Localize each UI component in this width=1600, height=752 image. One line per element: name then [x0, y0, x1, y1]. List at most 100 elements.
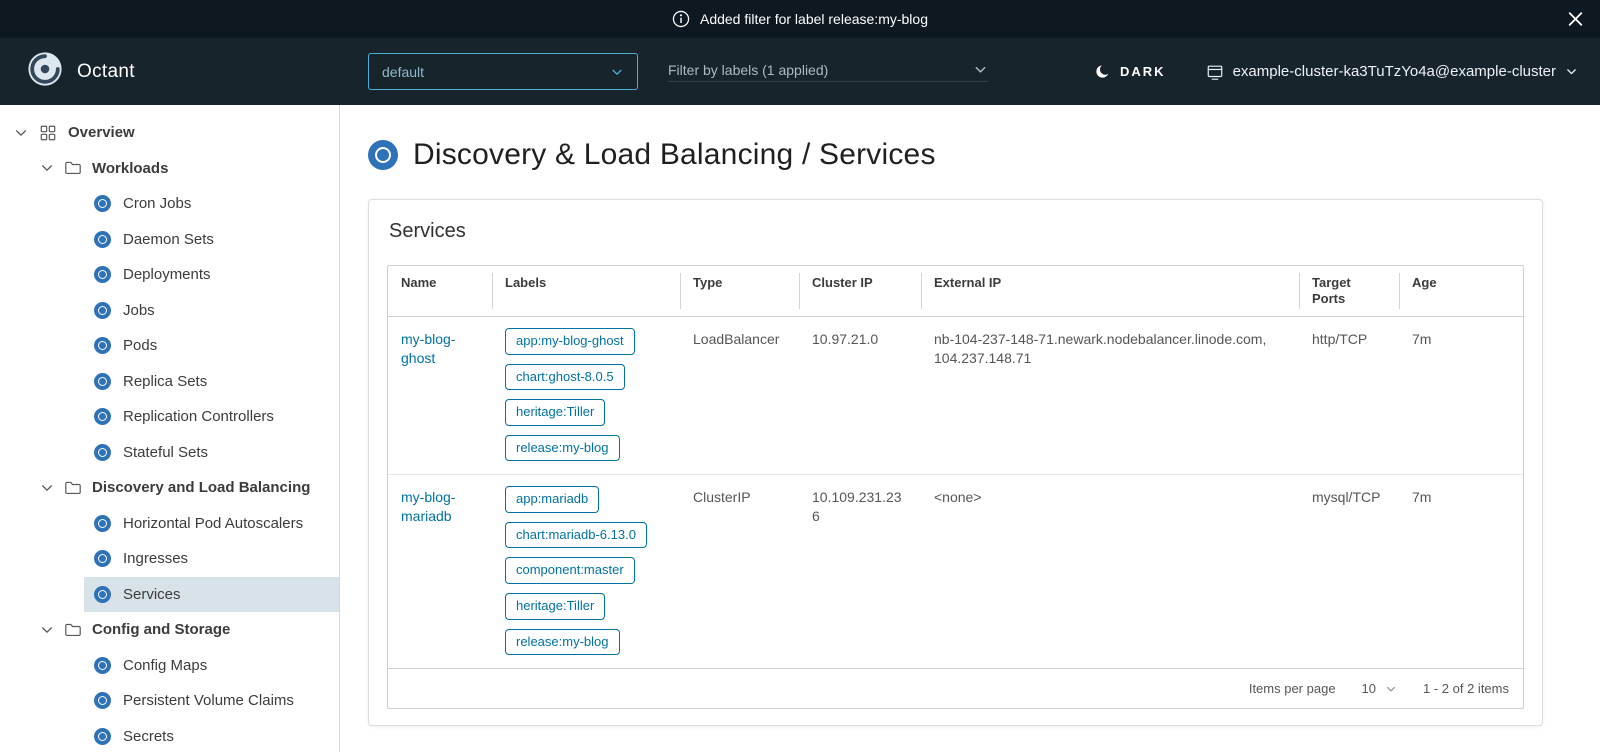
labels-stack: app:my-blog-ghost chart:ghost-8.0.5 heri… — [505, 328, 667, 461]
label-pill[interactable]: app:mariadb — [505, 486, 599, 513]
sidebar-item-replica-sets[interactable]: Replica Sets — [84, 364, 339, 400]
octant-logo — [26, 50, 64, 93]
sidebar-item-label: Pods — [123, 337, 157, 354]
table-row: my-blog-ghost app:my-blog-ghost chart:gh… — [388, 317, 1523, 475]
config-maps-icon — [94, 657, 111, 674]
sidebar-item-label: Overview — [68, 124, 135, 141]
sidebar-item-services[interactable]: Services — [84, 577, 339, 613]
ingresses-icon — [94, 550, 111, 567]
brand: Octant — [0, 50, 368, 93]
label-pill[interactable]: release:my-blog — [505, 435, 620, 462]
sidebar-item-label: Jobs — [123, 302, 155, 319]
column-header-target-ports[interactable]: Target Ports — [1299, 266, 1399, 317]
chevron-down-icon — [973, 62, 988, 77]
folder-icon — [64, 621, 82, 639]
chevron-down-icon[interactable] — [40, 623, 54, 637]
sidebar-group-discovery-and-load-balancing[interactable]: Discovery and Load Balancing — [0, 470, 339, 506]
service-link[interactable]: my-blog-ghost — [401, 331, 455, 366]
sidebar-group-label: Config and Storage — [92, 621, 230, 638]
table-header-row: Name Labels Type Cluster IP External IP … — [388, 266, 1523, 317]
chevron-down-icon[interactable] — [40, 481, 54, 495]
info-icon — [672, 10, 690, 28]
theme-toggle-button[interactable]: DARK — [1094, 63, 1166, 80]
column-header-type[interactable]: Type — [680, 266, 799, 317]
column-header-age[interactable]: Age — [1399, 266, 1523, 317]
cluster-selector[interactable]: example-cluster-ka3TuTzYo4a@example-clus… — [1206, 63, 1578, 81]
type-cell: ClusterIP — [680, 475, 799, 668]
services-card: Services Name Labels Type Cluster IP Ext… — [368, 199, 1543, 726]
sidebar-item-cron-jobs[interactable]: Cron Jobs — [84, 186, 339, 222]
sidebar-group-workloads[interactable]: Workloads — [0, 151, 339, 187]
sidebar-item-label: Stateful Sets — [123, 444, 208, 461]
cluster-ip-cell: 10.109.231.236 — [799, 475, 921, 668]
sidebar-item-label: Config Maps — [123, 657, 207, 674]
items-per-page-select[interactable]: 10 — [1362, 681, 1397, 696]
target-ports-cell: mysql/TCP — [1299, 475, 1399, 668]
column-header-labels[interactable]: Labels — [492, 266, 680, 317]
label-pill[interactable]: chart:mariadb-6.13.0 — [505, 522, 647, 549]
overview-icon — [39, 124, 57, 142]
notification-bar: Added filter for label release:my-blog — [0, 0, 1600, 38]
label-pill[interactable]: heritage:Tiller — [505, 593, 605, 620]
label-pill[interactable]: release:my-blog — [505, 629, 620, 656]
sidebar-item-label: Daemon Sets — [123, 231, 214, 248]
app-title: Octant — [77, 61, 135, 83]
sidebar-item-config-maps[interactable]: Config Maps — [84, 648, 339, 684]
table-pagination: Items per page 10 1 - 2 of 2 items — [388, 668, 1523, 708]
notification-message: Added filter for label release:my-blog — [700, 11, 928, 27]
label-pill[interactable]: heritage:Tiller — [505, 399, 605, 426]
sidebar-item-persistent-volume-claims[interactable]: Persistent Volume Claims — [84, 683, 339, 719]
cluster-icon — [1206, 63, 1224, 81]
sidebar-item-deployments[interactable]: Deployments — [84, 257, 339, 293]
cluster-label: example-cluster-ka3TuTzYo4a@example-clus… — [1233, 63, 1556, 80]
service-link[interactable]: my-blog-mariadb — [401, 489, 455, 524]
sidebar-item-label: Cron Jobs — [123, 195, 191, 212]
label-pill[interactable]: chart:ghost-8.0.5 — [505, 364, 625, 391]
close-icon[interactable] — [1567, 11, 1584, 28]
chevron-down-icon[interactable] — [14, 126, 28, 140]
sidebar-item-overview[interactable]: Overview — [0, 115, 339, 151]
label-filter-select[interactable]: Filter by labels (1 applied) — [668, 62, 988, 82]
replication-controllers-icon — [94, 408, 111, 425]
sidebar-group-label: Discovery and Load Balancing — [92, 479, 310, 496]
theme-toggle-label: DARK — [1120, 64, 1166, 79]
sidebar-item-daemon-sets[interactable]: Daemon Sets — [84, 222, 339, 258]
sidebar-item-jobs[interactable]: Jobs — [84, 293, 339, 329]
folder-icon — [64, 159, 82, 177]
namespace-select[interactable]: default — [368, 53, 638, 90]
app-header: Octant default Filter by labels (1 appli… — [0, 38, 1600, 105]
external-ip-cell: nb-104-237-148-71.newark.nodebalancer.li… — [921, 317, 1299, 475]
label-pill[interactable]: component:master — [505, 557, 635, 584]
sidebar-item-secrets[interactable]: Secrets — [84, 719, 339, 752]
page-title-text: Discovery & Load Balancing / Services — [413, 138, 936, 172]
sidebar-item-horizontal-pod-autoscalers[interactable]: Horizontal Pod Autoscalers — [84, 506, 339, 542]
chevron-down-icon[interactable] — [40, 161, 54, 175]
sidebar-item-replication-controllers[interactable]: Replication Controllers — [84, 399, 339, 435]
sidebar-item-label: Persistent Volume Claims — [123, 692, 294, 709]
sidebar-group-label: Workloads — [92, 160, 168, 177]
column-header-cluster-ip[interactable]: Cluster IP — [799, 266, 921, 317]
services-datagrid: Name Labels Type Cluster IP External IP … — [387, 265, 1524, 709]
cluster-ip-cell: 10.97.21.0 — [799, 317, 921, 475]
sidebar-item-label: Deployments — [123, 266, 211, 283]
sidebar-group-config-and-storage[interactable]: Config and Storage — [0, 612, 339, 648]
replica-sets-icon — [94, 373, 111, 390]
label-pill[interactable]: app:my-blog-ghost — [505, 328, 635, 355]
sidebar-item-ingresses[interactable]: Ingresses — [84, 541, 339, 577]
chevron-down-icon — [610, 65, 624, 79]
items-per-page-label: Items per page — [1249, 681, 1336, 696]
folder-icon — [64, 479, 82, 497]
pods-icon — [94, 337, 111, 354]
services-page-icon — [368, 140, 398, 170]
sidebar-item-stateful-sets[interactable]: Stateful Sets — [84, 435, 339, 471]
horizontal-pod-autoscalers-icon — [94, 515, 111, 532]
jobs-icon — [94, 302, 111, 319]
sidebar-item-pods[interactable]: Pods — [84, 328, 339, 364]
column-header-external-ip[interactable]: External IP — [921, 266, 1299, 317]
daemon-sets-icon — [94, 231, 111, 248]
secrets-icon — [94, 728, 111, 745]
column-header-name[interactable]: Name — [388, 266, 492, 317]
persistent-volume-claims-icon — [94, 692, 111, 709]
type-cell: LoadBalancer — [680, 317, 799, 475]
sidebar-item-label: Ingresses — [123, 550, 188, 567]
